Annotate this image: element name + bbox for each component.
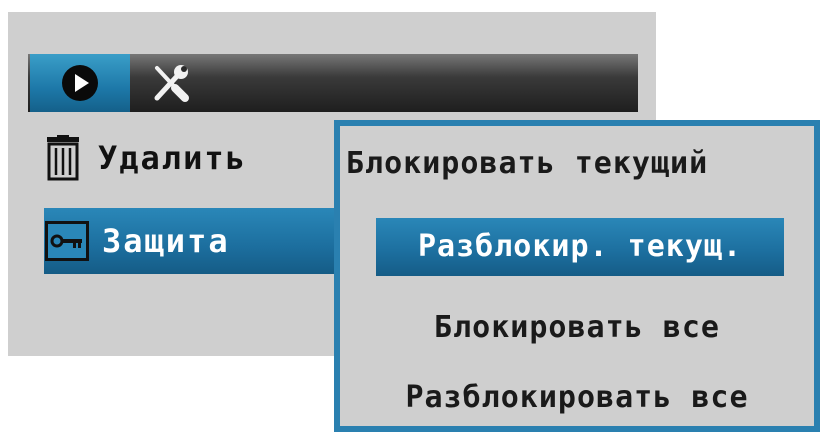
tab-setup[interactable] [140, 58, 200, 108]
menu-item-delete-label: Удалить [98, 139, 247, 177]
menu-item-protect-label: Защита [102, 222, 230, 260]
submenu-item-lock-current[interactable]: Блокировать текущий [346, 146, 820, 181]
submenu-item-unlock-current[interactable]: Разблокир. текущ. [376, 218, 784, 276]
trash-icon [40, 135, 86, 181]
wrench-screwdriver-icon [154, 65, 189, 102]
submenu-item-lock-all[interactable]: Блокировать все [340, 310, 814, 345]
tab-playback[interactable] [30, 54, 130, 112]
camera-menu-screen: Удалить Защита Блокировать текущий Разбл… [0, 0, 824, 436]
key-icon [44, 218, 90, 264]
submenu-item-unlock-all[interactable]: Разблокировать все [340, 380, 814, 415]
protect-submenu: Блокировать текущий Разблокир. текущ. Бл… [334, 120, 820, 432]
play-icon [62, 65, 98, 101]
